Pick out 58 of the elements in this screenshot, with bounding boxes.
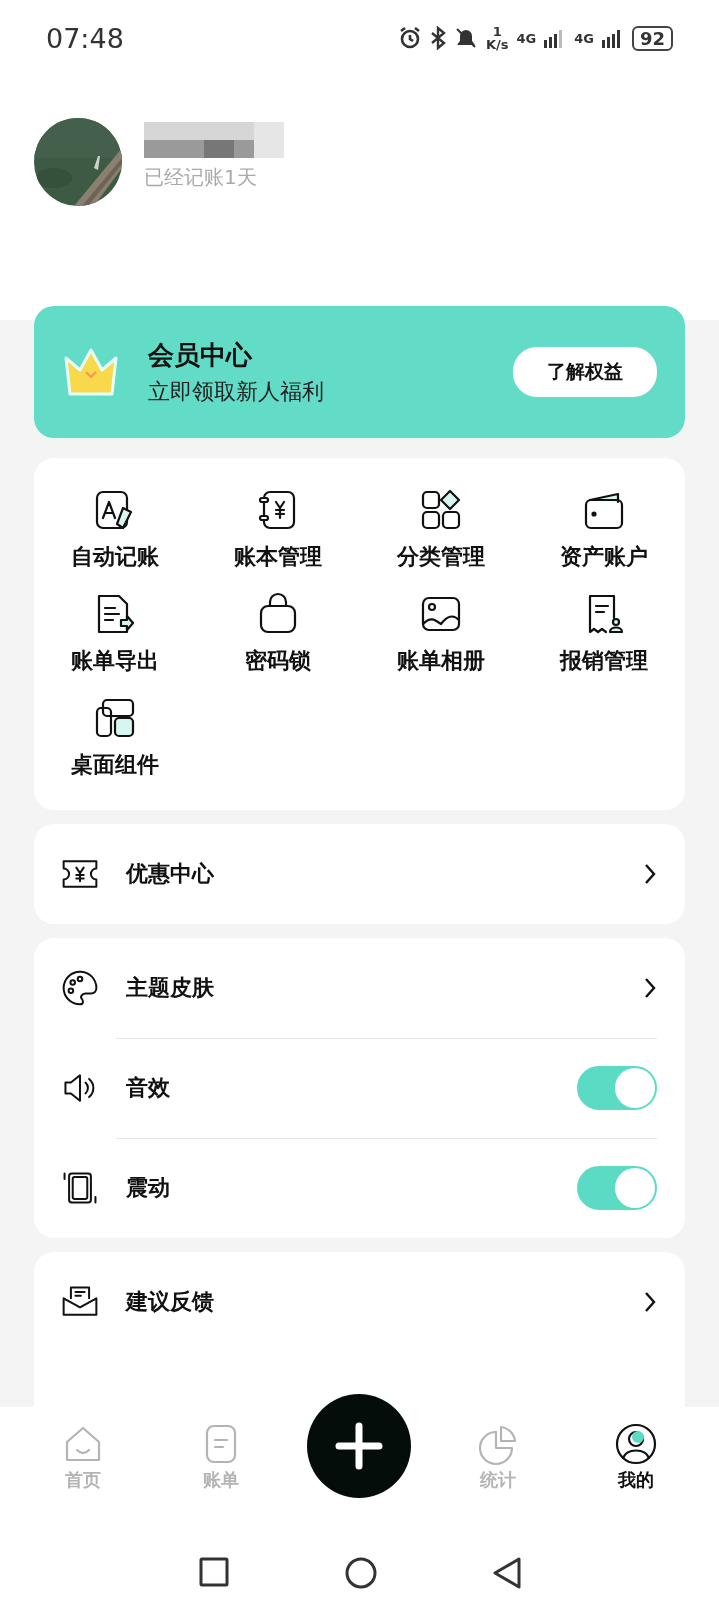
tool-label: 分类管理	[396, 543, 485, 571]
tool-item[interactable]: 密码锁	[196, 592, 360, 676]
home-circle-icon[interactable]	[344, 1557, 377, 1589]
tool-label: 账本管理	[234, 543, 323, 571]
speed-value: 1	[492, 25, 502, 38]
tool-label: 自动记账	[71, 543, 160, 571]
nav-tab[interactable]: 我的	[566, 1422, 705, 1492]
menu-row[interactable]: 音效	[34, 1038, 685, 1138]
tool-label: 密码锁	[245, 647, 312, 675]
tool-label: 桌面组件	[71, 751, 160, 779]
clock: 07:48	[46, 22, 124, 54]
menu-label: 主题皮肤	[126, 974, 215, 1002]
tool-label: 账单相册	[396, 647, 485, 675]
tool-label: 账单导出	[71, 647, 160, 675]
menu-label: 建议反馈	[126, 1288, 215, 1316]
menu-label: 音效	[126, 1074, 171, 1102]
speed-unit: K/s	[485, 38, 509, 51]
membership-title: 会员中心	[148, 338, 254, 372]
menu-label: 优惠中心	[126, 860, 215, 888]
back-icon[interactable]	[492, 1557, 521, 1589]
menu-row[interactable]: 建议反馈	[34, 1252, 685, 1352]
recent-apps-icon[interactable]	[198, 1557, 229, 1587]
nav-label: 账单	[203, 1468, 240, 1492]
chevron-right-icon	[643, 1291, 657, 1313]
menu-row[interactable]: 优惠中心	[34, 824, 685, 924]
battery-level: 92	[631, 25, 673, 51]
membership-subtitle: 立即领取新人福利	[148, 377, 325, 406]
profile-icon	[613, 1422, 658, 1466]
bluetooth-icon	[429, 26, 446, 50]
tool-item[interactable]: 报销管理	[522, 592, 685, 676]
tool-item[interactable]: 自动记账	[34, 488, 197, 572]
palette-icon	[60, 968, 100, 1008]
menu-row[interactable]: 震动	[34, 1138, 685, 1238]
bell-muted-icon	[453, 26, 478, 50]
menu-label: 震动	[126, 1174, 171, 1202]
tool-item[interactable]: 账单导出	[34, 592, 197, 676]
nav-label: 统计	[479, 1468, 516, 1492]
membership-banner[interactable]: 会员中心 立即领取新人福利 了解权益	[34, 306, 685, 438]
nav-label: 我的	[617, 1468, 654, 1492]
benefits-button[interactable]: 了解权益	[513, 347, 657, 397]
chevron-right-icon	[643, 977, 657, 999]
network-type: 4G	[574, 31, 594, 45]
network-type: 4G	[516, 31, 537, 45]
chevron-right-icon	[643, 863, 657, 885]
tool-item[interactable]: 账本管理	[196, 488, 360, 572]
tool-item[interactable]: 桌面组件	[34, 696, 197, 780]
tool-item[interactable]: 账单相册	[359, 592, 523, 676]
tool-label: 报销管理	[559, 647, 648, 675]
bookkeeping-days: 已经记账1天	[144, 164, 344, 191]
tool-label: 资产账户	[559, 543, 648, 571]
nav-label: 首页	[65, 1468, 102, 1492]
toggle-switch[interactable]	[577, 1066, 657, 1110]
crown-icon	[62, 346, 120, 398]
plus-icon	[335, 1422, 384, 1470]
toggle-switch[interactable]	[577, 1166, 657, 1210]
tool-item[interactable]: 分类管理	[359, 488, 523, 572]
menu-row[interactable]: 主题皮肤	[34, 938, 685, 1038]
tool-item[interactable]: 资产账户	[522, 488, 685, 572]
